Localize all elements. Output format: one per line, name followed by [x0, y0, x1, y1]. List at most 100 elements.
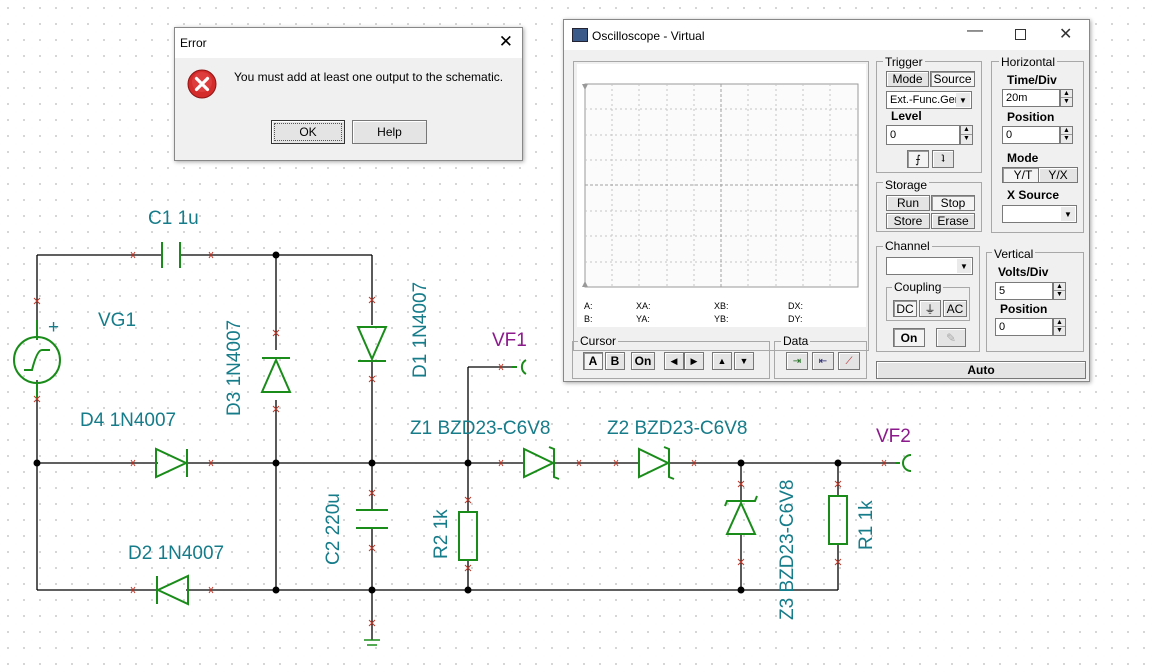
- storage-erase-button[interactable]: Erase: [931, 213, 975, 229]
- trigger-group-title: Trigger: [883, 55, 925, 69]
- probe-vf1[interactable]: [512, 359, 527, 375]
- cursor-on-button[interactable]: On: [631, 352, 655, 370]
- h-position-label: Position: [1007, 110, 1055, 124]
- ground-icon[interactable]: ⏚: [919, 300, 941, 317]
- storage-stop-button[interactable]: Stop: [931, 195, 975, 211]
- coupling-ac-button[interactable]: AC: [943, 300, 967, 317]
- readout-xb: XB:: [714, 301, 729, 311]
- label-vg1: VG1: [98, 310, 136, 331]
- h-position-input[interactable]: 0: [1002, 126, 1060, 144]
- error-message: You must add at least one output to the …: [234, 70, 504, 84]
- zener-z3[interactable]: [724, 495, 758, 535]
- voltsdiv-spinner[interactable]: ▲ ▼: [1053, 282, 1066, 300]
- close-icon[interactable]: ✕: [499, 32, 513, 52]
- trigger-level-input[interactable]: 0: [886, 125, 960, 145]
- channel-on-button[interactable]: On: [893, 328, 925, 347]
- readout-a: A:: [584, 301, 593, 311]
- label-vf1: VF1: [492, 330, 527, 351]
- x-source-select[interactable]: ▼: [1002, 205, 1077, 223]
- readout-yb: YB:: [714, 314, 729, 324]
- timediv-input[interactable]: 20m: [1002, 89, 1060, 107]
- readout-b: B:: [584, 314, 593, 324]
- diode-d4[interactable]: [155, 447, 189, 479]
- trigger-level-spinner[interactable]: ▲ ▼: [960, 125, 973, 145]
- cursor-a-button[interactable]: A: [583, 352, 603, 370]
- chevron-down-icon[interactable]: ▼: [1061, 207, 1075, 221]
- horizontal-group-title: Horizontal: [999, 55, 1058, 69]
- resistor-r1[interactable]: [828, 495, 848, 545]
- coupling-label: Coupling: [892, 280, 944, 294]
- v-position-spinner[interactable]: ▲ ▼: [1053, 318, 1066, 336]
- data-graph-icon[interactable]: ⟋: [838, 352, 860, 370]
- diode-d1[interactable]: [356, 326, 388, 362]
- minimize-icon[interactable]: —: [967, 22, 983, 40]
- label-plus: +: [48, 317, 59, 338]
- storage-run-button[interactable]: Run: [886, 195, 930, 211]
- trigger-source-select[interactable]: Ext.-Func.Gen ▼: [886, 91, 972, 109]
- mode-yx-button[interactable]: Y/X: [1038, 167, 1078, 183]
- storage-group-title: Storage: [883, 178, 930, 192]
- cursor-right-button[interactable]: ▶: [684, 352, 704, 370]
- help-button[interactable]: Help: [352, 120, 427, 144]
- diode-d3[interactable]: [260, 357, 292, 393]
- error-titlebar[interactable]: Error ✕: [175, 28, 522, 58]
- cursor-group-title: Cursor: [578, 334, 619, 348]
- label-c1: C1 1u: [148, 208, 199, 229]
- trigger-mode-button[interactable]: Mode: [886, 71, 929, 87]
- oscilloscope-title: Oscilloscope - Virtual: [592, 29, 705, 43]
- chevron-down-icon[interactable]: ▼: [957, 259, 971, 273]
- cursor-down-button[interactable]: ▼: [734, 352, 754, 370]
- h-position-spinner[interactable]: ▲ ▼: [1060, 126, 1073, 144]
- diode-d2[interactable]: [155, 574, 189, 606]
- resistor-r2[interactable]: [458, 511, 478, 561]
- x-source-label: X Source: [1007, 188, 1060, 202]
- probe-color-icon[interactable]: ✎: [936, 328, 966, 347]
- chevron-down-icon[interactable]: ▼: [956, 93, 970, 107]
- readout-dy: DY:: [788, 314, 803, 324]
- label-z2: Z2 BZD23-C6V8: [607, 418, 747, 439]
- capacitor-c2[interactable]: [356, 509, 388, 529]
- storage-store-button[interactable]: Store: [886, 213, 930, 229]
- label-d4: D4 1N4007: [80, 410, 176, 431]
- oscilloscope-window[interactable]: Oscilloscope - Virtual — ✕ A: B: XA: YA:…: [563, 19, 1090, 382]
- ok-button[interactable]: OK: [271, 120, 345, 144]
- timediv-spinner[interactable]: ▲ ▼: [1060, 89, 1073, 107]
- v-position-label: Position: [1000, 302, 1048, 316]
- falling-edge-icon[interactable]: ʇ: [932, 150, 954, 168]
- scope-screen[interactable]: [577, 64, 866, 327]
- voltsdiv-input[interactable]: 5: [995, 282, 1053, 300]
- ground-symbol: [364, 639, 380, 646]
- error-title: Error: [180, 36, 207, 50]
- maximize-icon[interactable]: [1015, 29, 1026, 40]
- close-icon[interactable]: ✕: [1059, 24, 1072, 44]
- readout-ya: YA:: [636, 314, 650, 324]
- capacitor-c1[interactable]: [161, 242, 181, 268]
- auto-button[interactable]: Auto: [876, 361, 1086, 379]
- coupling-dc-button[interactable]: DC: [893, 300, 917, 317]
- data-import-icon[interactable]: ⇥: [786, 352, 808, 370]
- oscilloscope-titlebar[interactable]: Oscilloscope - Virtual — ✕: [564, 20, 1089, 50]
- data-export-icon[interactable]: ⇤: [812, 352, 834, 370]
- cursor-left-button[interactable]: ◀: [664, 352, 684, 370]
- trigger-source-button[interactable]: Source: [930, 71, 975, 87]
- error-dialog[interactable]: Error ✕ You must add at least one output…: [174, 27, 523, 161]
- h-mode-label: Mode: [1007, 151, 1039, 165]
- zener-z2[interactable]: [638, 446, 675, 480]
- zener-z1[interactable]: [523, 446, 560, 480]
- cursor-b-button[interactable]: B: [605, 352, 625, 370]
- cursor-up-button[interactable]: ▲: [712, 352, 732, 370]
- trigger-source-value: Ext.-Func.Gen: [890, 94, 956, 106]
- oscilloscope-app-icon: [572, 28, 588, 42]
- label-d2: D2 1N4007: [128, 543, 224, 564]
- trigger-level-label: Level: [891, 109, 922, 123]
- readout-dx: DX:: [788, 301, 804, 311]
- readout-xa: XA:: [636, 301, 651, 311]
- label-r2: R2 1k: [431, 509, 452, 559]
- channel-select[interactable]: ▼: [886, 257, 973, 275]
- scope-graticule: [582, 83, 859, 288]
- v-position-input[interactable]: 0: [995, 318, 1053, 336]
- timediv-label: Time/Div: [1007, 73, 1057, 87]
- probe-vf2[interactable]: [895, 454, 912, 472]
- rising-edge-icon[interactable]: ⨍: [907, 150, 929, 168]
- label-d3: D3 1N4007: [224, 320, 245, 416]
